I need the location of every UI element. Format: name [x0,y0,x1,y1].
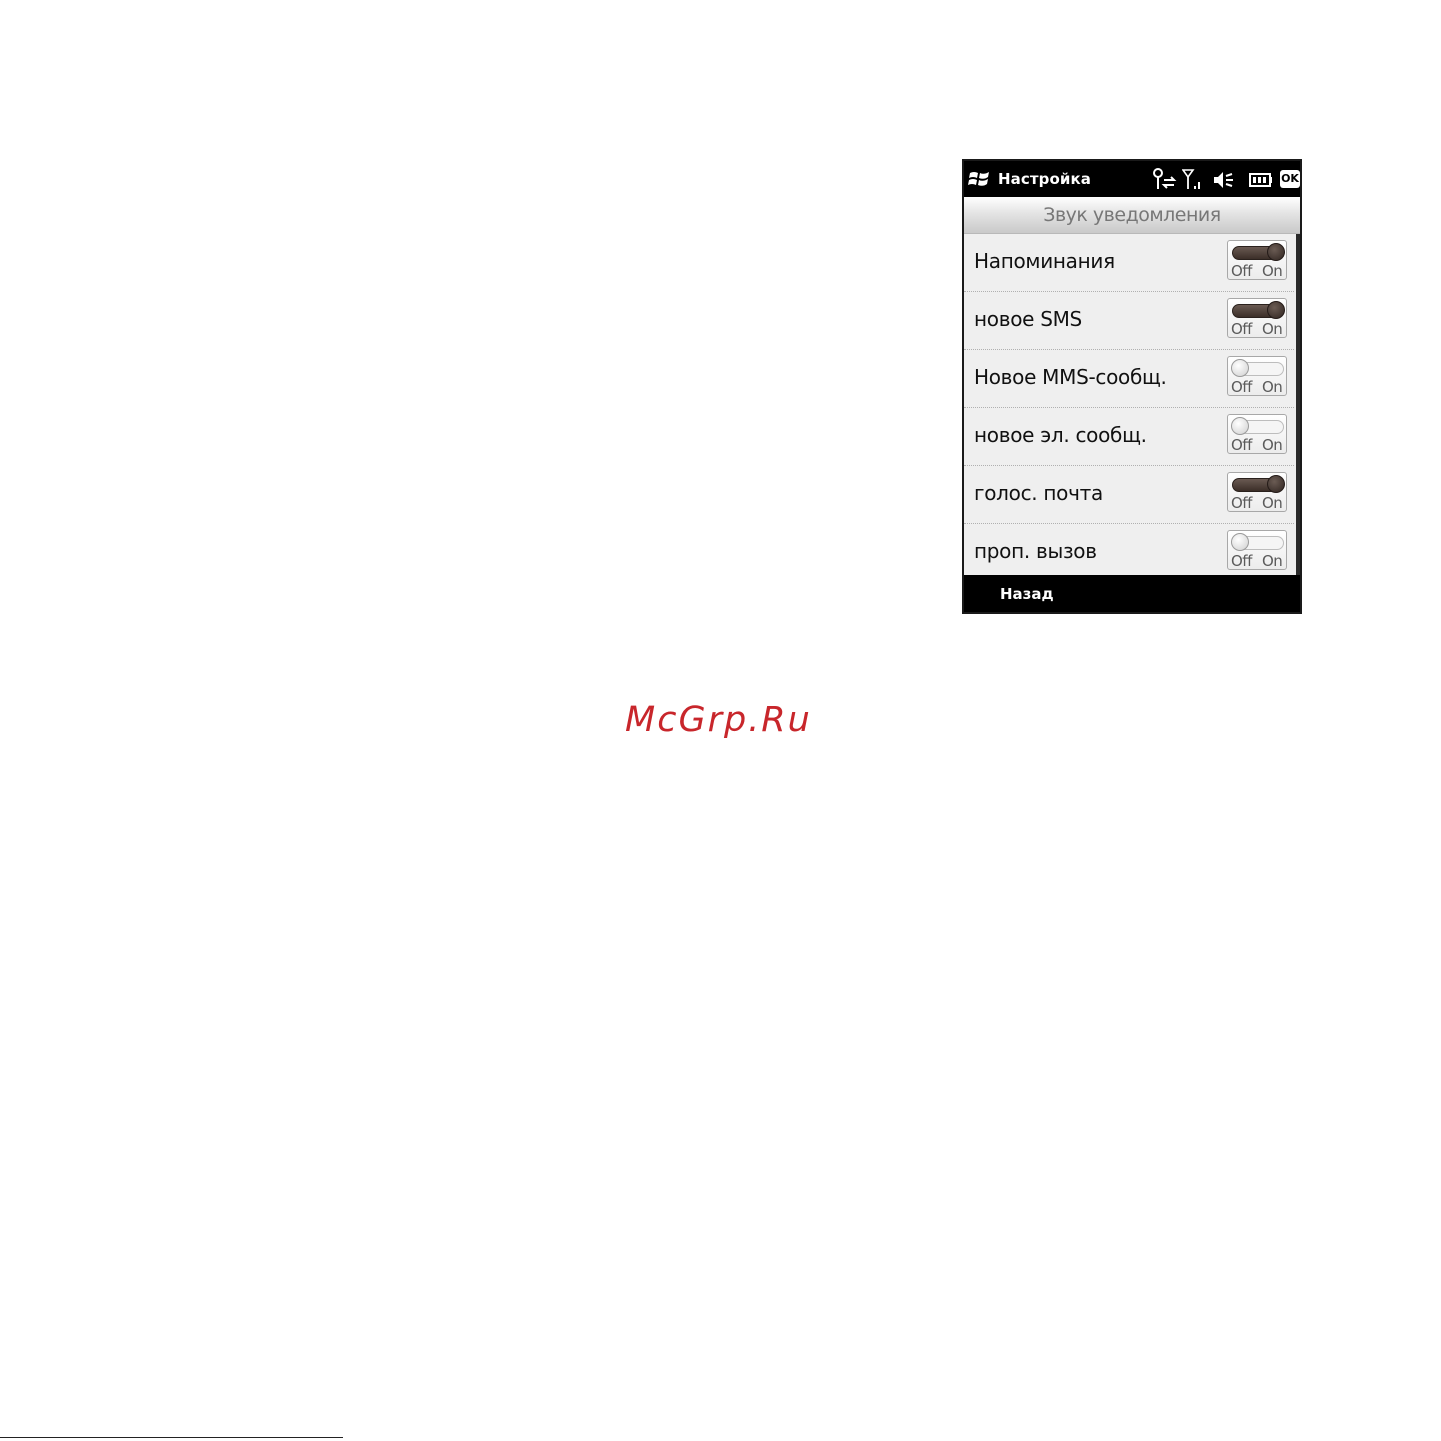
speaker-muted-icon[interactable] [1211,168,1235,192]
toggle-knob[interactable] [1267,243,1285,261]
signal-strength-icon[interactable] [1182,168,1204,192]
list-item: голос. почта Off On [964,466,1294,524]
windows-start-icon[interactable] [968,169,990,189]
connectivity-icon[interactable] [1152,168,1178,192]
toggle-switch[interactable]: Off On [1227,240,1287,280]
toggle-switch[interactable]: Off On [1227,298,1287,338]
list-item: Новое MMS-сообщ. Off On [964,350,1294,408]
watermark-text: McGrp.Ru [625,700,812,740]
toggle-off-label: Off [1231,552,1252,570]
toggle-off-label: Off [1231,436,1252,454]
title-bar: Настройка OK [964,161,1300,197]
list-item: проп. вызов Off On [964,524,1294,575]
toggle-knob[interactable] [1231,533,1249,551]
toggle-off-label: Off [1231,262,1252,280]
toggle-on-label: On [1262,552,1283,570]
battery-icon[interactable] [1249,168,1273,192]
toggle-on-label: On [1262,494,1283,512]
toggle-on-label: On [1262,436,1283,454]
toggle-switch[interactable]: Off On [1227,414,1287,454]
app-title: Настройка [998,170,1092,188]
toggle-knob[interactable] [1231,359,1249,377]
item-label: Новое MMS-сообщ. [974,365,1167,389]
toggle-on-label: On [1262,378,1283,396]
toggle-switch[interactable]: Off On [1227,530,1287,570]
ok-button[interactable]: OK [1280,170,1300,188]
softkey-bar: Назад [964,575,1300,612]
toggle-knob[interactable] [1267,301,1285,319]
list-item: новое SMS Off On [964,292,1294,350]
toggle-on-label: On [1262,262,1283,280]
toggle-knob[interactable] [1267,475,1285,493]
item-label: голос. почта [974,481,1103,505]
divider [0,1437,343,1438]
item-label: новое SMS [974,307,1082,331]
toggle-on-label: On [1262,320,1283,338]
back-button[interactable]: Назад [1000,585,1054,603]
item-label: Напоминания [974,249,1115,273]
item-label: проп. вызов [974,539,1097,563]
toggle-off-label: Off [1231,378,1252,396]
phone-screen: Настройка OK Звук уведомления Напоминани… [962,159,1302,614]
toggle-off-label: Off [1231,320,1252,338]
section-header: Звук уведомления [964,197,1300,234]
toggle-off-label: Off [1231,494,1252,512]
toggle-switch[interactable]: Off On [1227,356,1287,396]
toggle-switch[interactable]: Off On [1227,472,1287,512]
list-item: Напоминания Off On [964,234,1294,292]
notification-list: Напоминания Off On новое SMS Off On Ново… [964,234,1294,575]
item-label: новое эл. сообщ. [974,423,1147,447]
toggle-knob[interactable] [1231,417,1249,435]
list-item: новое эл. сообщ. Off On [964,408,1294,466]
scrollbar[interactable] [1296,234,1300,575]
